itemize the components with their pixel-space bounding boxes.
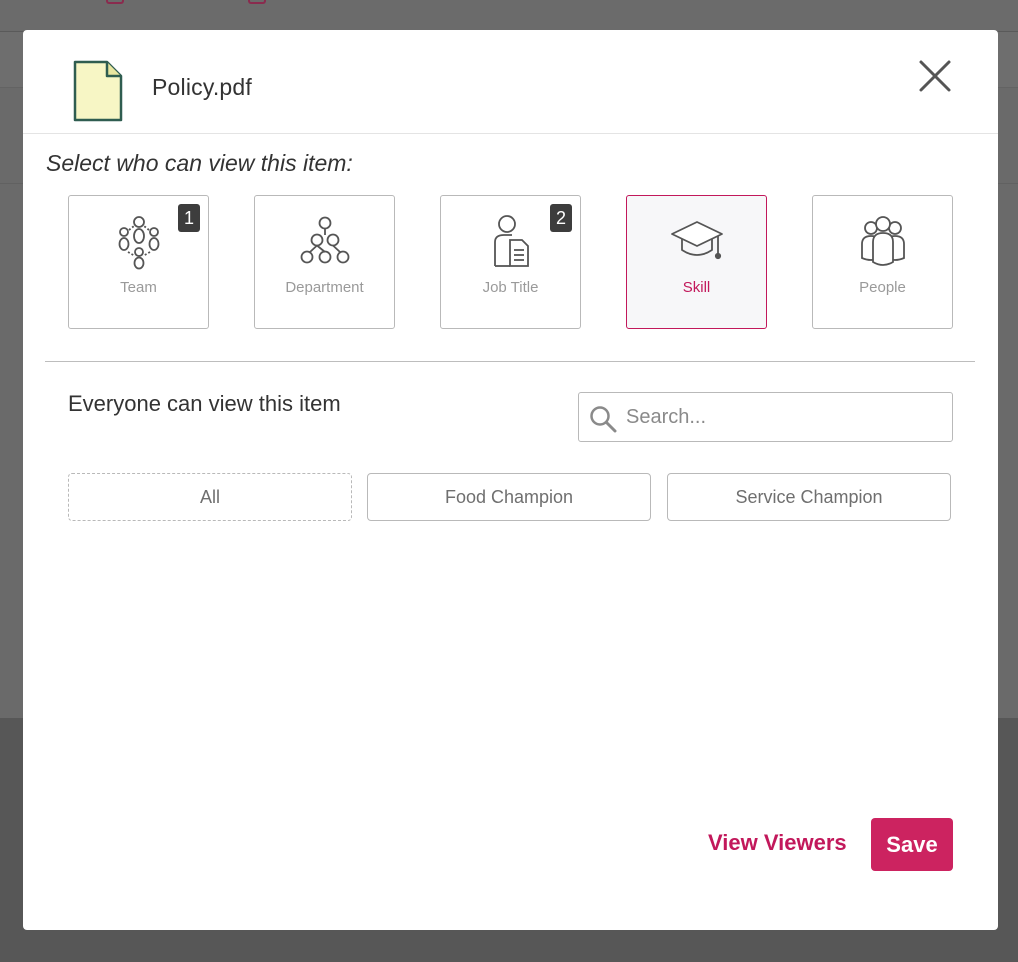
document-icon	[73, 60, 123, 122]
search-field[interactable]	[578, 392, 953, 442]
chip-all[interactable]: All	[68, 473, 352, 521]
option-card-department[interactable]: Department	[254, 195, 395, 329]
background-icon	[248, 0, 266, 4]
option-card-job-title[interactable]: Job Title 2	[440, 195, 581, 329]
section-divider	[45, 361, 975, 362]
option-label: Job Title	[482, 279, 539, 296]
background-icon	[106, 0, 124, 4]
option-count-badge: 2	[550, 204, 572, 232]
chip-service-champion[interactable]: Service Champion	[667, 473, 951, 521]
skill-chip-list: All Food Champion Service Champion	[68, 473, 953, 521]
save-button[interactable]: Save	[871, 818, 953, 871]
option-count-badge: 1	[178, 204, 200, 232]
graduation-cap-icon	[671, 221, 723, 260]
share-permissions-modal: Policy.pdf Select who can view this item…	[23, 30, 998, 930]
option-label: Department	[285, 279, 364, 296]
job-title-icon	[494, 215, 529, 267]
view-viewers-link[interactable]: View Viewers	[708, 830, 847, 856]
modal-header: Policy.pdf	[23, 30, 998, 134]
visibility-prompt: Select who can view this item:	[46, 150, 353, 176]
option-label: Skill	[682, 279, 711, 296]
close-icon[interactable]	[913, 54, 957, 98]
chip-food-champion[interactable]: Food Champion	[367, 473, 651, 521]
option-card-people[interactable]: People	[812, 195, 953, 329]
option-label: People	[859, 279, 906, 296]
team-icon	[118, 216, 160, 270]
department-icon	[300, 216, 350, 264]
search-input[interactable]	[626, 402, 936, 432]
option-card-team[interactable]: Team 1	[68, 195, 209, 329]
search-icon	[590, 406, 617, 433]
option-card-skill[interactable]: Skill	[626, 195, 767, 329]
visibility-option-list: Team 1 Department Job Title 2 Skill Peop…	[68, 195, 953, 329]
background-top-bar	[0, 0, 1018, 32]
file-name: Policy.pdf	[152, 74, 253, 100]
everyone-status-text: Everyone can view this item	[68, 391, 341, 416]
people-icon	[861, 216, 905, 266]
option-label: Team	[120, 279, 157, 296]
